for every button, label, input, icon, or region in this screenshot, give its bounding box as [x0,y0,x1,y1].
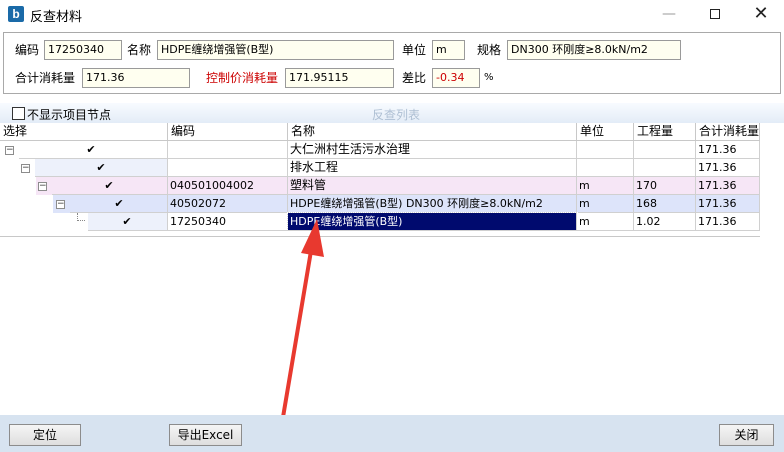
unit-cell: m [577,177,634,195]
hide-project-nodes-label: 不显示项目节点 [27,108,112,122]
checkmark-icon[interactable]: ✔ [103,180,115,192]
arrow-shaft [278,243,314,437]
select-cell[interactable]: ✔ [35,159,168,177]
close-window-button[interactable]: ✕ [738,0,784,30]
code-field[interactable]: 17250340 [44,40,122,60]
unit-label: 单位 [402,43,427,57]
collapse-icon[interactable]: − [56,200,65,209]
button-bar: 定位 导出Excel 关闭 [0,415,784,452]
name-cell: 塑料管 [288,177,577,195]
table-row[interactable]: − ✔ 040501004002 塑料管 m 170 171.36 [0,177,760,195]
code-label: 编码 [15,43,40,57]
unit-field[interactable]: m [432,40,465,60]
maximize-icon [710,9,720,19]
total-consumption-field[interactable]: 171.36 [82,68,190,88]
close-button[interactable]: 关闭 [719,424,774,446]
unit-cell: m [577,195,634,213]
code-cell: 040501004002 [168,177,288,195]
list-caption: 反查列表 [372,108,421,122]
name-label: 名称 [127,43,152,57]
locate-button[interactable]: 定位 [9,424,81,446]
table-row[interactable]: − ✔ 大仁洲村生活污水治理 171.36 [0,141,760,159]
select-cell[interactable]: ✔ [19,141,168,159]
column-header-total[interactable]: 合计消耗量 [696,123,760,141]
diff-ratio-field[interactable]: -0.34 [432,68,480,88]
total-consumption-label: 合计消耗量 [15,71,76,85]
collapse-icon[interactable]: − [5,146,14,155]
reverse-lookup-panel: 不显示项目节点 反查列表 选择 编码 名称 单位 工程量 合计消耗量 − ✔ 大… [0,103,784,437]
indent-spacer [0,177,36,195]
name-cell: 排水工程 [288,159,577,177]
select-cell[interactable]: ✔ [70,195,168,213]
total-cell: 171.36 [696,159,760,177]
total-cell: 171.36 [696,177,760,195]
export-excel-button[interactable]: 导出Excel [169,424,242,446]
diff-ratio-label: 差比 [402,71,427,85]
control-price-consumption-field[interactable]: 171.95115 [285,68,394,88]
quantity-cell: 1.02 [634,213,696,231]
column-header-unit[interactable]: 单位 [577,123,634,141]
select-cell[interactable]: ✔ [52,177,168,195]
column-header-name[interactable]: 名称 [288,123,577,141]
minimize-button[interactable]: — [646,0,692,30]
table-row[interactable]: ✔ 17250340 HDPE缠绕增强管(B型) m 1.02 171.36 [0,212,760,232]
result-grid: 选择 编码 名称 单位 工程量 合计消耗量 − ✔ 大仁洲村生活污水治理 171… [0,123,784,237]
collapse-icon[interactable]: − [38,182,47,191]
percent-sign: % [484,72,494,83]
total-cell: 171.36 [696,213,760,231]
total-cell: 171.36 [696,195,760,213]
checkmark-icon[interactable]: ✔ [85,144,97,156]
grid-scroll-gutter [760,123,784,235]
list-toolbar: 不显示项目节点 反查列表 [0,103,784,123]
title-bar: b 反查材料 — ✕ [0,0,784,30]
tree-connector [77,213,85,221]
checkmark-icon[interactable]: ✔ [121,216,133,228]
table-row[interactable]: − ✔ 40502072 HDPE缠绕增强管(B型) DN300 环刚度≥8.0… [0,195,760,213]
grid-bottom-line [0,236,760,237]
name-cell-selected[interactable]: HDPE缠绕增强管(B型) [287,212,578,232]
code-cell [168,159,288,177]
table-row[interactable]: − ✔ 排水工程 171.36 [0,159,760,177]
unit-cell: m [577,213,634,231]
unit-cell [577,159,634,177]
column-header-quantity[interactable]: 工程量 [634,123,696,141]
window-title: 反查材料 [30,10,83,25]
collapse-icon[interactable]: − [21,164,30,173]
quantity-cell: 170 [634,177,696,195]
annotation-arrow [278,219,324,437]
name-field[interactable]: HDPE缠绕增强管(B型) [157,40,394,60]
name-cell: HDPE缠绕增强管(B型) DN300 环刚度≥8.0kN/m2 [288,195,577,213]
quantity-cell: 168 [634,195,696,213]
material-info-form: 编码 17250340 名称 HDPE缠绕增强管(B型) 单位 m 规格 DN3… [3,32,781,94]
checkmark-icon[interactable]: ✔ [95,162,107,174]
checkmark-icon[interactable]: ✔ [113,198,125,210]
app-icon: b [8,6,24,22]
control-price-consumption-label: 控制价消耗量 [206,71,279,85]
quantity-cell [634,159,696,177]
arrow-head-icon [301,219,324,257]
spec-label: 规格 [477,43,502,57]
unit-cell [577,141,634,159]
maximize-button[interactable] [692,0,738,30]
spec-field[interactable]: DN300 环刚度≥8.0kN/m2 [507,40,681,60]
hide-project-nodes-checkbox[interactable] [12,107,25,120]
column-header-select[interactable]: 选择 [0,123,168,141]
select-cell[interactable]: ✔ [88,213,168,231]
quantity-cell [634,141,696,159]
indent-spacer [0,195,53,213]
total-cell: 171.36 [696,141,760,159]
code-cell [168,141,288,159]
name-cell: 大仁洲村生活污水治理 [288,141,577,159]
column-header-code[interactable]: 编码 [168,123,288,141]
code-cell: 40502072 [168,195,288,213]
